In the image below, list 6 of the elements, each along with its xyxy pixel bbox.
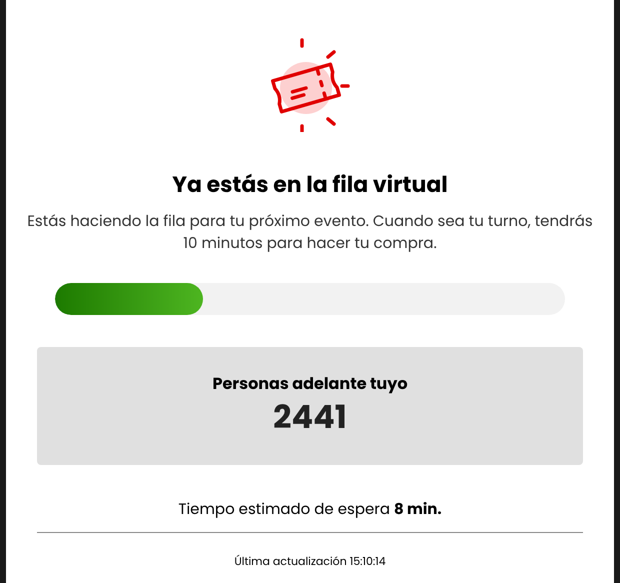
last-update: Última actualización 15:10:14: [234, 552, 386, 569]
description: Estás haciendo la fila para tu próximo evento. Cuando sea tu turno, tendrás 10 minutos para hacer tu compra.: [26, 211, 594, 255]
queue-label: Personas adelante tuyo: [212, 372, 408, 396]
wait-time: Tiempo estimado de espera 8 min.: [178, 499, 442, 522]
page-title: Ya estás en la fila virtual: [172, 168, 448, 201]
queue-count: 2441: [273, 396, 347, 440]
